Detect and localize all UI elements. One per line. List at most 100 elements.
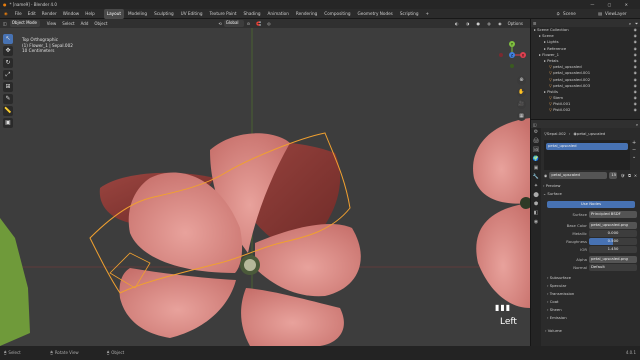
properties-search-icon[interactable]: ⌕	[636, 122, 638, 127]
grid-scale: 10 Centimeters	[22, 48, 55, 53]
add-cube-icon[interactable]: ▣	[3, 118, 13, 128]
transform-icon[interactable]: ⊞	[3, 82, 13, 92]
menu-add[interactable]: Add	[78, 19, 92, 28]
section-surface[interactable]: ⌄ Surface	[543, 190, 562, 197]
tool-shelf: ↖ ✥ ↻ ⤢ ⊞ ✎ 📏 ▣	[3, 34, 14, 130]
base-color-field[interactable]: petal_upscaled.png	[589, 222, 637, 229]
properties-header: ◫ ⌕	[531, 120, 640, 128]
base-color-row: Base Color petal_upscaled.png	[543, 222, 639, 229]
tab-uv-editing[interactable]: UV Editing	[178, 9, 206, 19]
metallic-slider[interactable]: 0.000	[589, 230, 637, 237]
material-users-count[interactable]: 15	[609, 172, 618, 179]
pivot-icon[interactable]: ⊙	[244, 19, 253, 28]
menu-render[interactable]: Render	[39, 9, 60, 19]
camera-view-icon[interactable]: 🎥	[517, 100, 526, 109]
outliner-item-label: Pistils	[547, 88, 558, 94]
outliner-item[interactable]: ▽ Pistil.002 ◉	[531, 107, 640, 113]
visibility-eye-icon[interactable]: ◉	[634, 107, 637, 113]
menu-select[interactable]: Select	[59, 19, 77, 28]
ior-field[interactable]: 1.450	[589, 246, 637, 253]
menu-file[interactable]: File	[12, 9, 25, 19]
tab-geometry-nodes[interactable]: Geometry Nodes	[355, 9, 396, 19]
editor-type-icon[interactable]: ◫	[0, 19, 10, 28]
outliner-item-label: Scene	[542, 33, 554, 39]
fake-user-icon[interactable]: 🛡	[617, 173, 625, 178]
outliner-item-label: petal_upscaled.001	[553, 70, 591, 76]
view-layer-selector[interactable]: ViewLayer	[602, 9, 640, 19]
material-name-field[interactable]: petal_upscaled	[549, 172, 608, 179]
viewport-stats-icon: ▮▮▮	[495, 303, 512, 312]
status-bar: 🖱 Select 🖱 Rotate View 🖱 Object 4.0.1	[0, 346, 640, 360]
outliner-item-label: petal_upscaled.003	[553, 82, 591, 88]
menu-view[interactable]: View	[44, 19, 60, 28]
tab-sculpting[interactable]: Sculpting	[151, 9, 177, 19]
roughness-row: Roughness 0.500	[543, 238, 639, 245]
proportional-edit-icon[interactable]: ◎	[264, 19, 274, 28]
menu-window[interactable]: Window	[60, 9, 83, 19]
status-rotate: Rotate View	[54, 350, 79, 355]
properties-editor-icon[interactable]: ◫	[533, 122, 537, 127]
tab-layout[interactable]: Layout	[103, 8, 125, 19]
subsection-panel[interactable]: › Transmission	[547, 290, 574, 297]
annotate-icon[interactable]: ✎	[3, 94, 13, 104]
tab-shading[interactable]: Shading	[241, 9, 264, 19]
subsection-panel[interactable]: › Emission	[547, 314, 567, 321]
unlink-icon[interactable]: ✕	[631, 173, 637, 178]
tab-scripting[interactable]: Scripting	[397, 9, 422, 19]
slot-side-buttons[interactable]: + − ⌄	[632, 140, 636, 161]
blender-menu-icon[interactable]: ◉	[0, 9, 12, 19]
status-object: Object	[111, 350, 125, 355]
leaf	[0, 218, 30, 346]
tab-texture-paint[interactable]: Texture Paint	[207, 9, 240, 19]
ior-row: IOR 1.450	[543, 246, 639, 253]
add-workspace-button[interactable]: +	[423, 9, 433, 19]
alpha-field[interactable]: petal_upscaled.png	[589, 256, 637, 263]
transform-orientation-selector[interactable]: Global	[223, 20, 244, 27]
menu-edit[interactable]: Edit	[25, 9, 39, 19]
normal-field[interactable]: Default	[589, 264, 637, 271]
viewport-overlay-icons[interactable]: ◐ ◑ ● ◍ ◉	[455, 19, 505, 28]
outliner-item-label: petal_upscaled.002	[553, 76, 591, 82]
3d-viewport[interactable]	[0, 28, 530, 346]
scene-selector[interactable]: Scene	[560, 9, 598, 19]
outliner-filter-icon[interactable]: ⏷	[635, 21, 638, 26]
outliner-item-label: Stem	[553, 95, 564, 101]
use-nodes-button[interactable]: Use Nodes	[547, 201, 635, 208]
tab-rendering[interactable]: Rendering	[293, 9, 320, 19]
surface-row: Surface Principled BSDF	[543, 211, 639, 218]
viewport-header: ◫ Object Mode View Select Add Object ⟲ G…	[0, 19, 530, 28]
outliner-search-icon[interactable]: ⌕	[629, 21, 631, 26]
zoom-icon[interactable]: ⊕	[517, 76, 526, 85]
menu-help[interactable]: Help	[82, 9, 98, 19]
outliner-tree: ▸ Scene Collection ◉ ▸ Scene ◉ ▸ Lights ◉ ▸ Re…	[531, 27, 640, 114]
outliner-editor-icon[interactable]: ☰	[533, 21, 536, 26]
material-slot-list[interactable]: petal_upscaled	[544, 140, 630, 170]
subsection-panel[interactable]: › Coat	[547, 298, 559, 305]
pan-hand-icon[interactable]: ✋	[517, 88, 526, 97]
tab-compositing[interactable]: Compositing	[321, 9, 353, 19]
move-icon[interactable]: ✥	[3, 46, 13, 56]
section-preview[interactable]: › Preview	[543, 182, 561, 189]
measure-icon[interactable]: 📏	[3, 106, 13, 116]
subsection-panel[interactable]: › Specular	[547, 282, 566, 289]
rotate-icon[interactable]: ↻	[3, 58, 13, 68]
subsection-panel[interactable]: › Subsurface	[547, 274, 571, 281]
tab-modeling[interactable]: Modeling	[125, 9, 150, 19]
menu-object[interactable]: Object	[91, 19, 110, 28]
surface-shader-field[interactable]: Principled BSDF	[589, 211, 637, 218]
cursor-icon[interactable]: ↖	[3, 34, 13, 44]
navigation-gizmo[interactable]: X Y Z	[497, 40, 527, 70]
mode-selector[interactable]: Object Mode	[9, 20, 40, 27]
properties-tab-icons[interactable]: ⚙ 🖨 🖼 🌍 ▣ 🔧 ✦ ⬤ ⬢ ◧ ◉	[531, 128, 541, 227]
subsection-panel[interactable]: › Sheen	[547, 306, 562, 313]
ortho-grid-icon[interactable]: ▦	[517, 112, 526, 121]
breadcrumb-material: petal_upscaled	[576, 131, 606, 136]
section-volume[interactable]: › Volume	[545, 327, 562, 334]
scale-icon[interactable]: ⤢	[3, 70, 13, 80]
snap-icon[interactable]: 🧲	[253, 19, 264, 28]
options-menu[interactable]: Options	[505, 19, 526, 28]
roughness-slider[interactable]: 0.500	[589, 238, 637, 245]
material-slot-item[interactable]: petal_upscaled	[546, 143, 628, 150]
viewport-scene[interactable]	[0, 28, 530, 346]
tab-animation[interactable]: Animation	[265, 9, 292, 19]
